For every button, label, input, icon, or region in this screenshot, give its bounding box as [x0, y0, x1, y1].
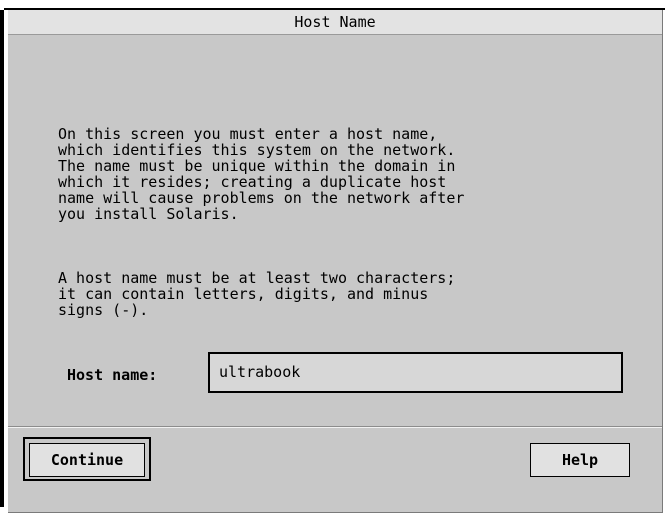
button-separator [8, 426, 662, 428]
dialog-title: Host Name [8, 10, 662, 35]
instructions: On this screen you must enter a host nam… [58, 94, 648, 350]
host-name-label: Host name: [67, 366, 158, 384]
continue-button[interactable]: Continue [29, 443, 145, 477]
host-name-input[interactable]: ultrabook [208, 352, 623, 393]
screen: Host Name On this screen you must enter … [0, 0, 665, 517]
instructions-paragraph-2: A host name must be at least two charact… [58, 269, 456, 319]
help-button[interactable]: Help [530, 443, 630, 477]
instructions-paragraph-1: On this screen you must enter a host nam… [58, 125, 465, 223]
window-left-border [0, 10, 4, 507]
